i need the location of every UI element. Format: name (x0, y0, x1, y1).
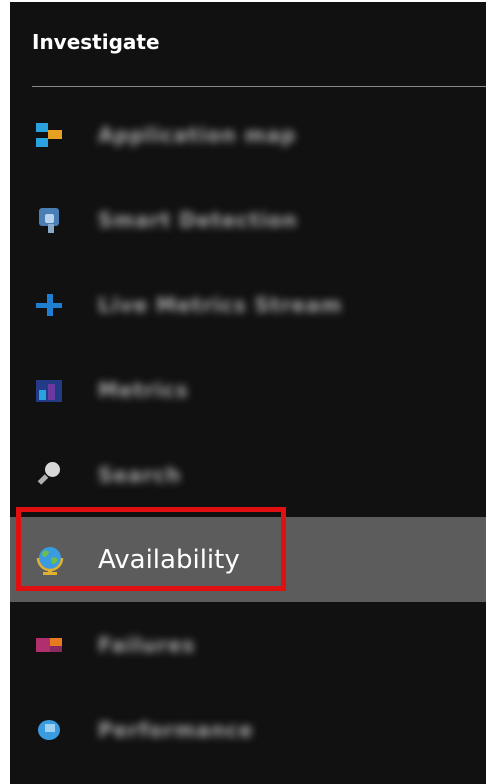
menu-item-label: Availability (98, 544, 240, 575)
live-metrics-icon (36, 291, 64, 319)
menu-item-label: Smart Detection (98, 207, 298, 232)
application-map-icon (36, 121, 64, 149)
menu-item-availability[interactable]: Availability (10, 517, 486, 602)
section-title: Investigate (32, 30, 160, 54)
menu-item-live-metrics[interactable]: Live Metrics Stream (10, 262, 486, 347)
smart-detection-icon (36, 206, 64, 234)
menu-item-application-map[interactable]: Application map (10, 92, 486, 177)
menu-item-metrics[interactable]: Metrics (10, 347, 486, 432)
menu-item-label: Live Metrics Stream (98, 292, 343, 317)
globe-icon (36, 546, 64, 575)
failures-icon (36, 631, 64, 659)
performance-icon (36, 716, 64, 744)
section-divider (32, 86, 486, 87)
menu-item-label: Performance (98, 717, 254, 742)
menu-item-label: Metrics (98, 377, 189, 402)
menu-item-failures[interactable]: Failures (10, 602, 486, 687)
menu-item-label: Search (98, 462, 182, 487)
menu-item-label: Failures (98, 632, 196, 657)
menu-item-label: Application map (98, 122, 297, 147)
globe-graphic (36, 546, 64, 575)
metrics-icon (36, 376, 64, 404)
menu-item-search[interactable]: Search (10, 432, 486, 517)
menu-item-performance[interactable]: Performance (10, 687, 486, 772)
search-icon (36, 461, 64, 489)
investigate-menu: Application map Smart Detection Live Met… (10, 92, 486, 772)
menu-item-smart-detection[interactable]: Smart Detection (10, 177, 486, 262)
investigate-panel: Investigate Application map Smart Detect… (10, 2, 486, 784)
